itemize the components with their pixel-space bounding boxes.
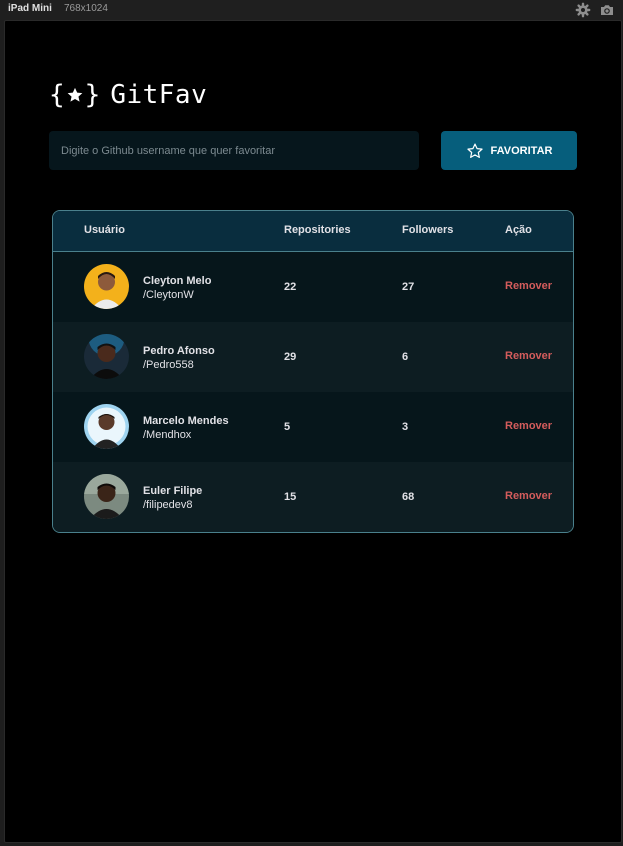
repositories-count: 5 bbox=[284, 421, 291, 433]
user-login: /filipedev8 bbox=[143, 499, 193, 511]
avatar-image bbox=[84, 334, 129, 379]
logo-brace-open: { bbox=[49, 80, 65, 110]
favorite-button-label: FAVORITAR bbox=[490, 144, 553, 157]
avatar bbox=[84, 474, 129, 519]
repositories-count: 29 bbox=[284, 351, 297, 363]
user-login: /Pedro558 bbox=[143, 359, 194, 371]
header-followers: Followers bbox=[402, 224, 454, 236]
user-name: Euler Filipe bbox=[143, 485, 203, 497]
device-size: 768x1024 bbox=[64, 3, 108, 14]
repositories-count: 22 bbox=[284, 281, 297, 293]
device-name: iPad Mini bbox=[8, 3, 52, 14]
search-input[interactable] bbox=[49, 131, 419, 170]
followers-count: 68 bbox=[402, 491, 415, 503]
avatar-image bbox=[84, 264, 129, 309]
favorites-table: Usuário Repositories Followers Ação Cley… bbox=[52, 210, 574, 533]
user-name: Cleyton Melo bbox=[143, 275, 212, 287]
camera-icon[interactable] bbox=[599, 2, 615, 18]
followers-count: 6 bbox=[402, 351, 409, 363]
user-name: Marcelo Mendes bbox=[143, 415, 229, 427]
avatar bbox=[84, 404, 129, 449]
followers-count: 27 bbox=[402, 281, 415, 293]
avatar bbox=[84, 264, 129, 309]
header-repositories: Repositories bbox=[284, 224, 351, 236]
table-row: Marcelo Mendes /Mendhox 5 3 Remover bbox=[53, 392, 573, 462]
gear-icon[interactable] bbox=[575, 2, 591, 18]
user-login: /CleytonW bbox=[143, 289, 194, 301]
logo-brace-close: } bbox=[84, 80, 101, 110]
logo-text: GitFav bbox=[110, 80, 208, 110]
favorite-button[interactable]: FAVORITAR bbox=[441, 131, 577, 170]
remove-button[interactable]: Remover bbox=[505, 490, 552, 502]
star-icon bbox=[67, 87, 83, 102]
followers-count: 3 bbox=[402, 421, 409, 433]
avatar bbox=[84, 334, 129, 379]
star-outline-icon bbox=[466, 143, 483, 158]
app-logo: { } GitFav bbox=[49, 79, 207, 111]
repositories-count: 15 bbox=[284, 491, 297, 503]
remove-button[interactable]: Remover bbox=[505, 280, 552, 292]
header-user: Usuário bbox=[84, 224, 125, 236]
device-viewport: { } GitFav FAVORITAR Usuário Repositorie… bbox=[4, 20, 622, 843]
table-row: Euler Filipe /filipedev8 15 68 Remover bbox=[53, 462, 573, 532]
header-action: Ação bbox=[505, 224, 532, 236]
user-login: /Mendhox bbox=[143, 429, 192, 441]
device-toolbar: iPad Mini 768x1024 bbox=[0, 0, 623, 20]
remove-button[interactable]: Remover bbox=[505, 420, 552, 432]
remove-button[interactable]: Remover bbox=[505, 350, 552, 362]
user-name: Pedro Afonso bbox=[143, 345, 215, 357]
table-header: Usuário Repositories Followers Ação bbox=[53, 211, 573, 252]
avatar-image bbox=[84, 404, 129, 449]
avatar-image bbox=[84, 474, 129, 519]
table-row: Pedro Afonso /Pedro558 29 6 Remover bbox=[53, 322, 573, 392]
table-row: Cleyton Melo /CleytonW 22 27 Remover bbox=[53, 252, 573, 322]
